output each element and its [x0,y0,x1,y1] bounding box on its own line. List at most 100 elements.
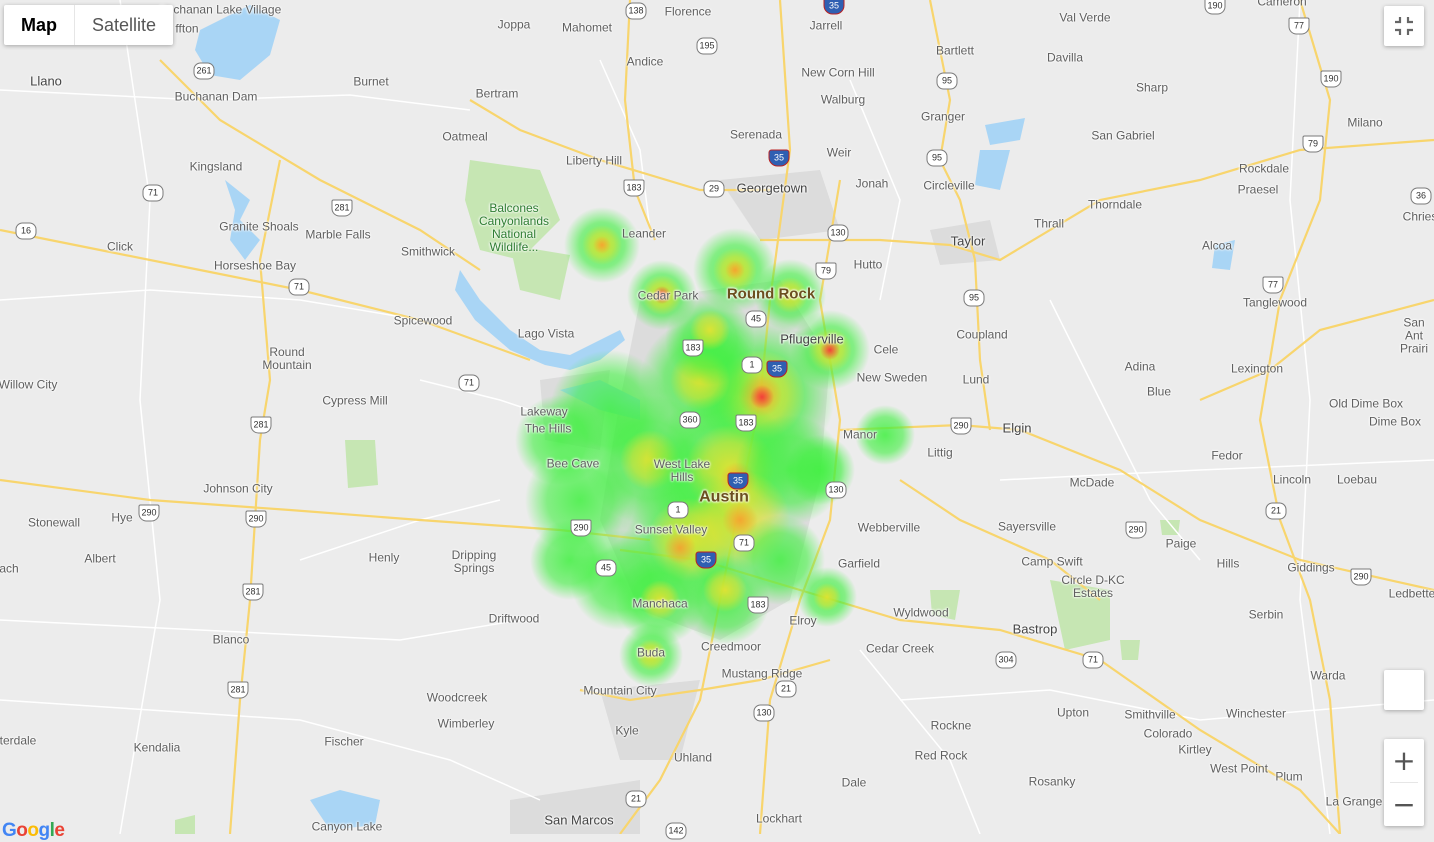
place-label: Marble Falls [305,227,371,242]
highway-shield: 77 [1262,276,1284,294]
pegman-control[interactable] [1384,670,1424,710]
highway-shield: 71 [142,184,164,202]
highway-shield: 29 [703,180,725,198]
place-label: Round Mountain [262,345,312,372]
place-label: Cameron [1257,0,1307,9]
place-label: Thrall [1033,216,1065,231]
place-label: Dripping Springs [451,548,497,575]
place-label: Cypress Mill [322,393,388,408]
place-label: Liberty Hill [565,153,623,168]
place-label: Walburg [820,92,866,107]
map-type-satellite-button[interactable]: Satellite [75,5,173,45]
heat-blob [593,236,611,254]
highway-shield: 35 [823,0,845,15]
place-label: Coupland [956,327,1008,342]
place-label: Rockne [930,718,972,733]
place-label: Cele [873,342,899,357]
place-label: West Lake Hills [653,457,711,484]
fullscreen-exit-icon [1395,17,1413,35]
highway-shield: 183 [735,414,757,432]
place-label: Georgetown [736,180,808,196]
place-label: Blanco [212,632,250,647]
place-label: San Gabriel [1091,128,1155,143]
place-label: Tanglewood [1242,295,1308,310]
place-label: Jonah [855,176,889,191]
highway-shield: 281 [227,681,249,699]
place-label: Paige [1165,536,1197,551]
place-label: Lexington [1230,361,1284,376]
place-label: Willow City [0,377,58,392]
place-label: The Hills [524,421,572,436]
highway-shield: 183 [682,339,704,357]
place-label: Mahomet [561,20,613,35]
highway-shield: 1 [667,501,689,519]
place-label: Hutto [853,257,883,272]
highway-shield: 360 [679,411,701,429]
place-label: Buchanan Lake Village [158,2,282,17]
place-label: New Sweden [856,370,928,385]
place-label: Click [107,239,133,254]
place-label: Giddings [1287,560,1335,575]
place-label: Spicewood [393,313,453,328]
place-label: Rosanky [1028,774,1076,789]
highway-shield: 290 [570,519,592,537]
place-label: terdale [0,733,37,748]
zoom-out-button[interactable]: − [1384,783,1424,826]
place-label: Buchanan Dam [174,89,258,104]
place-label: Kyle [615,723,639,738]
place-label: Stonewall [27,515,81,530]
highway-shield: 21 [1265,502,1287,520]
place-label: Old Dime Box [1328,396,1404,411]
google-logo[interactable]: Google [2,820,65,842]
heat-blob [813,583,841,611]
place-label: Albert [84,551,116,566]
place-label: Lakeway [520,404,568,419]
place-label: Balcones Canyonlands National Wildlife..… [478,201,550,254]
highway-shield: 195 [696,37,718,55]
place-label: Upton [1056,705,1090,720]
place-label: Fedor [1211,448,1243,463]
highway-shield: 45 [595,559,617,577]
place-label: Circleville [923,178,975,193]
place-label: New Corn Hill [801,65,875,80]
place-label: Cedar Creek [865,641,935,656]
zoom-in-button[interactable]: + [1384,739,1424,782]
place-label: Elgin [1002,420,1032,436]
highway-shield: 290 [1125,521,1147,539]
place-label: Mountain City [583,683,657,698]
place-label: Bee Cave [546,456,600,471]
highway-shield: 71 [458,374,480,392]
highway-shield: 71 [1082,651,1104,669]
place-label: Granger [920,109,966,124]
map-canvas[interactable] [0,0,1434,834]
place-label: Chries [1402,209,1434,224]
highway-shield: 130 [825,481,847,499]
place-label: Hye [111,510,133,525]
place-label: Circle D-KC Estates [1061,573,1125,600]
place-label: Kingsland [189,159,243,174]
highway-shield: 16 [15,222,37,240]
place-label: Henly [368,550,400,565]
place-label: Serbin [1248,607,1284,622]
place-label: Littig [927,445,953,460]
fullscreen-button[interactable] [1384,6,1424,46]
highway-shield: 130 [827,224,849,242]
place-label: Florence [664,4,712,19]
map-type-map-button[interactable]: Map [4,5,75,45]
place-label: Hills [1216,556,1240,571]
place-label: Blue [1146,384,1172,399]
place-label: Pflugerville [780,331,844,347]
place-label: Buda [636,645,666,660]
place-label: Jarrell [809,18,843,33]
place-label: Cedar Park [637,288,699,303]
place-label: Dime Box [1368,414,1422,429]
highway-shield: 71 [288,278,310,296]
place-label: Canyon Lake [311,819,383,834]
place-label: Ledbette [1388,586,1434,601]
place-label: Lincoln [1272,472,1312,487]
place-label: Bastrop [1012,621,1058,637]
place-label: Plum [1275,769,1303,784]
place-label: Andice [626,54,664,69]
place-label: Lockhart [755,811,803,826]
place-label: Lund [962,372,990,387]
